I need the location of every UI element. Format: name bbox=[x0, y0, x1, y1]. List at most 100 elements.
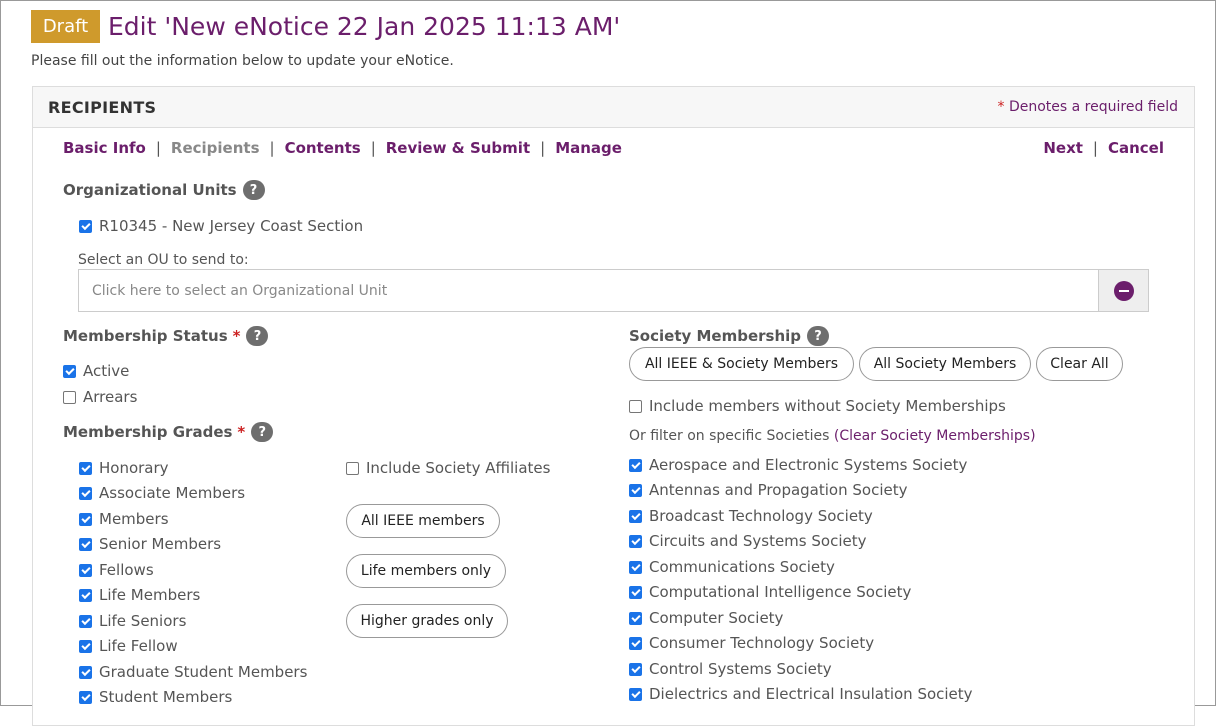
membership-status-label: Membership Status * ? bbox=[63, 326, 269, 346]
recipients-panel: RECIPIENTS * Denotes a required field Ba… bbox=[32, 86, 1195, 726]
grade-checkbox[interactable] bbox=[79, 665, 92, 679]
draft-badge: Draft bbox=[31, 10, 100, 43]
society-item[interactable]: Broadcast Technology Society bbox=[629, 507, 873, 525]
membership-status-help-icon[interactable]: ? bbox=[246, 326, 269, 346]
nav-manage[interactable]: Manage bbox=[555, 139, 622, 157]
society-item[interactable]: Aerospace and Electronic Systems Society bbox=[629, 456, 967, 474]
society-checkbox[interactable] bbox=[629, 458, 642, 472]
society-label: Computational Intelligence Society bbox=[649, 583, 912, 601]
grade-members[interactable]: Members bbox=[79, 510, 169, 528]
grade-checkbox[interactable] bbox=[79, 563, 92, 577]
ou-remove-button[interactable] bbox=[1098, 270, 1148, 311]
minus-circle-icon bbox=[1113, 280, 1134, 301]
grade-fellows[interactable]: Fellows bbox=[79, 561, 154, 579]
wizard-actions: Next | Cancel bbox=[1043, 139, 1164, 157]
include-without-society[interactable]: Include members without Society Membersh… bbox=[629, 397, 1006, 415]
grade-checkbox[interactable] bbox=[79, 690, 92, 704]
all-society-members-button[interactable]: All Society Members bbox=[859, 347, 1031, 381]
all-ieee-society-members-button[interactable]: All IEEE & Society Members bbox=[629, 347, 854, 381]
society-membership-label: Society Membership ? bbox=[629, 326, 830, 346]
grade-checkbox[interactable] bbox=[79, 537, 92, 551]
grade-graduate-student[interactable]: Graduate Student Members bbox=[79, 663, 307, 681]
ou-select-input[interactable]: Click here to select an Organizational U… bbox=[79, 270, 1098, 311]
status-active-checkbox[interactable] bbox=[63, 364, 76, 378]
org-units-label-text: Organizational Units bbox=[63, 181, 237, 199]
society-filter-line: Or filter on specific Societies (Clear S… bbox=[629, 428, 1036, 444]
status-arrears[interactable]: Arrears bbox=[63, 388, 137, 406]
nav-recipients: Recipients bbox=[170, 139, 260, 157]
nav-review-submit[interactable]: Review & Submit bbox=[386, 139, 530, 157]
society-label: Dielectrics and Electrical Insulation So… bbox=[649, 685, 973, 703]
higher-grades-only-button[interactable]: Higher grades only bbox=[346, 604, 508, 638]
life-members-only-button[interactable]: Life members only bbox=[346, 554, 506, 588]
nav-contents[interactable]: Contents bbox=[285, 139, 361, 157]
status-arrears-checkbox[interactable] bbox=[63, 390, 76, 404]
grade-label: Student Members bbox=[99, 688, 233, 706]
grade-student[interactable]: Student Members bbox=[79, 688, 232, 706]
society-checkbox[interactable] bbox=[629, 662, 642, 676]
required-star: * bbox=[997, 99, 1005, 115]
include-affiliates-label: Include Society Affiliates bbox=[366, 459, 551, 477]
society-checkbox[interactable] bbox=[629, 534, 642, 548]
grade-life-seniors[interactable]: Life Seniors bbox=[79, 612, 186, 630]
panel-title: RECIPIENTS bbox=[48, 97, 157, 117]
grade-checkbox[interactable] bbox=[79, 461, 92, 475]
org-units-help-icon[interactable]: ? bbox=[242, 180, 265, 200]
society-membership-help-icon[interactable]: ? bbox=[807, 326, 830, 346]
clear-all-button[interactable]: Clear All bbox=[1036, 347, 1123, 381]
grade-label: Members bbox=[99, 510, 169, 528]
society-checkbox[interactable] bbox=[629, 687, 642, 701]
membership-grades-label-text: Membership Grades bbox=[63, 423, 233, 441]
ou-item-checkbox[interactable] bbox=[79, 219, 92, 233]
clear-society-memberships-link[interactable]: (Clear Society Memberships) bbox=[834, 428, 1036, 444]
society-checkbox[interactable] bbox=[629, 483, 642, 497]
cancel-link[interactable]: Cancel bbox=[1108, 139, 1164, 157]
society-item[interactable]: Circuits and Systems Society bbox=[629, 532, 866, 550]
grade-honorary[interactable]: Honorary bbox=[79, 459, 169, 477]
society-checkbox[interactable] bbox=[629, 509, 642, 523]
grade-label: Honorary bbox=[99, 459, 169, 477]
society-checkbox[interactable] bbox=[629, 611, 642, 625]
grade-life-fellow[interactable]: Life Fellow bbox=[79, 637, 178, 655]
status-active[interactable]: Active bbox=[63, 362, 129, 380]
grade-checkbox[interactable] bbox=[79, 639, 92, 653]
society-checkbox[interactable] bbox=[629, 560, 642, 574]
ou-select[interactable]: Click here to select an Organizational U… bbox=[78, 269, 1149, 312]
page-subtitle: Please fill out the information below to… bbox=[31, 53, 454, 69]
grade-life-members[interactable]: Life Members bbox=[79, 586, 200, 604]
society-checkbox[interactable] bbox=[629, 585, 642, 599]
society-item[interactable]: Computer Society bbox=[629, 609, 783, 627]
ou-item[interactable]: R10345 - New Jersey Coast Section bbox=[79, 217, 363, 235]
grade-checkbox[interactable] bbox=[79, 486, 92, 500]
required-note: * Denotes a required field bbox=[998, 99, 1178, 115]
nav-basic-info[interactable]: Basic Info bbox=[63, 139, 146, 157]
grade-senior[interactable]: Senior Members bbox=[79, 535, 221, 553]
grade-label: Life Fellow bbox=[99, 637, 178, 655]
status-active-label: Active bbox=[83, 362, 130, 380]
membership-grades-help-icon[interactable]: ? bbox=[251, 422, 274, 442]
society-item[interactable]: Antennas and Propagation Society bbox=[629, 481, 907, 499]
society-item[interactable]: Dielectrics and Electrical Insulation So… bbox=[629, 685, 973, 703]
next-link[interactable]: Next bbox=[1043, 139, 1083, 157]
form-body: Organizational Units ? R10345 - New Jers… bbox=[33, 167, 1194, 725]
ou-select-label: Select an OU to send to: bbox=[78, 252, 249, 268]
society-item[interactable]: Consumer Technology Society bbox=[629, 634, 874, 652]
include-affiliates[interactable]: Include Society Affiliates bbox=[346, 459, 550, 477]
grade-checkbox[interactable] bbox=[79, 588, 92, 602]
society-item[interactable]: Computational Intelligence Society bbox=[629, 583, 911, 601]
nav-separator: | bbox=[155, 139, 161, 157]
society-membership-label-text: Society Membership bbox=[629, 327, 802, 345]
society-item[interactable]: Control Systems Society bbox=[629, 660, 832, 678]
org-units-label: Organizational Units ? bbox=[63, 180, 265, 200]
grade-label: Life Members bbox=[99, 586, 201, 604]
society-item[interactable]: Communications Society bbox=[629, 558, 835, 576]
membership-status-required-star: * bbox=[232, 327, 241, 345]
society-checkbox[interactable] bbox=[629, 636, 642, 650]
grade-associate[interactable]: Associate Members bbox=[79, 484, 245, 502]
include-without-society-checkbox[interactable] bbox=[629, 399, 642, 413]
include-affiliates-checkbox[interactable] bbox=[346, 461, 359, 475]
all-ieee-members-button[interactable]: All IEEE members bbox=[346, 504, 500, 538]
grade-checkbox[interactable] bbox=[79, 512, 92, 526]
grade-checkbox[interactable] bbox=[79, 614, 92, 628]
page-title: Edit 'New eNotice 22 Jan 2025 11:13 AM' bbox=[108, 12, 621, 41]
